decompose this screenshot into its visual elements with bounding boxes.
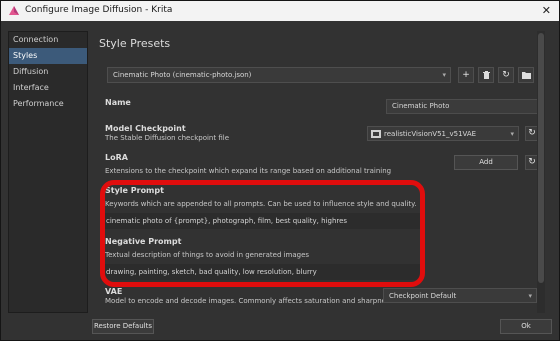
- preset-row: Cinematic Photo (cinematic-photo.json) ▾…: [107, 67, 543, 83]
- checkpoint-select-value: realisticVisionV51_v51VAE: [384, 130, 477, 138]
- add-lora-button[interactable]: Add: [454, 155, 518, 170]
- sidebar-item-diffusion[interactable]: Diffusion: [9, 64, 87, 80]
- model-file-icon: [371, 130, 381, 138]
- checkpoint-description: The Stable Diffusion checkpoint file: [105, 134, 230, 142]
- lora-label: LoRA: [105, 153, 128, 162]
- settings-sidebar: Connection Styles Diffusion Interface Pe…: [8, 31, 88, 313]
- open-folder-button[interactable]: [518, 67, 534, 83]
- krita-logo-icon: [9, 6, 19, 15]
- trash-icon: [482, 71, 490, 79]
- style-prompt-input[interactable]: cinematic photo of {prompt}, photograph,…: [103, 213, 423, 229]
- settings-content: Style Presets Cinematic Photo (cinematic…: [92, 25, 554, 313]
- sidebar-item-connection[interactable]: Connection: [9, 32, 87, 48]
- checkpoint-select[interactable]: realisticVisionV51_v51VAE ▾: [367, 126, 519, 141]
- style-prompt-label: Style Prompt: [105, 186, 164, 195]
- preset-select[interactable]: Cinematic Photo (cinematic-photo.json) ▾: [107, 67, 451, 83]
- name-label: Name: [105, 98, 131, 107]
- scrollbar-thumb[interactable]: [538, 33, 544, 283]
- sidebar-item-interface[interactable]: Interface: [9, 80, 87, 96]
- vae-select-value: Checkpoint Default: [389, 292, 457, 300]
- chevron-down-icon: ▾: [528, 292, 532, 300]
- folder-icon: [521, 72, 531, 79]
- refresh-icon: ↻: [502, 70, 510, 80]
- refresh-presets-button[interactable]: ↻: [498, 67, 514, 83]
- ok-button[interactable]: Ok: [500, 319, 552, 334]
- page-title: Style Presets: [99, 37, 171, 50]
- negative-prompt-description: Textual description of things to avoid i…: [105, 251, 310, 259]
- sidebar-item-styles[interactable]: Styles: [9, 48, 87, 64]
- checkpoint-label: Model Checkpoint: [105, 124, 186, 133]
- preset-select-value: Cinematic Photo (cinematic-photo.json): [113, 71, 252, 79]
- lora-description: Extensions to the checkpoint which expan…: [105, 167, 392, 175]
- sidebar-item-performance[interactable]: Performance: [9, 96, 87, 112]
- vae-label: VAE: [105, 287, 123, 296]
- title-bar: Configure Image Diffusion - Krita ✕: [1, 1, 559, 21]
- name-field[interactable]: Cinematic Photo: [386, 99, 538, 114]
- close-icon[interactable]: ✕: [542, 4, 551, 17]
- plus-icon: +: [462, 70, 470, 80]
- vae-select[interactable]: Checkpoint Default ▾: [383, 288, 537, 303]
- style-prompt-description: Keywords which are appended to all promp…: [105, 200, 417, 208]
- negative-prompt-label: Negative Prompt: [105, 237, 182, 246]
- content-scrollbar[interactable]: [537, 31, 545, 313]
- add-preset-button[interactable]: +: [458, 67, 474, 83]
- refresh-icon: ↻: [528, 128, 536, 138]
- delete-preset-button[interactable]: [478, 67, 494, 83]
- vae-description: Model to encode and decode images. Commo…: [105, 297, 386, 305]
- refresh-icon: ↻: [528, 157, 536, 167]
- negative-prompt-input[interactable]: drawing, painting, sketch, bad quality, …: [103, 264, 423, 280]
- chevron-down-icon: ▾: [510, 130, 514, 138]
- chevron-down-icon: ▾: [442, 71, 446, 79]
- restore-defaults-button[interactable]: Restore Defaults: [92, 319, 154, 334]
- window-title: Configure Image Diffusion - Krita: [25, 5, 173, 15]
- dialog-window: Configure Image Diffusion - Krita ✕ Conn…: [0, 0, 560, 341]
